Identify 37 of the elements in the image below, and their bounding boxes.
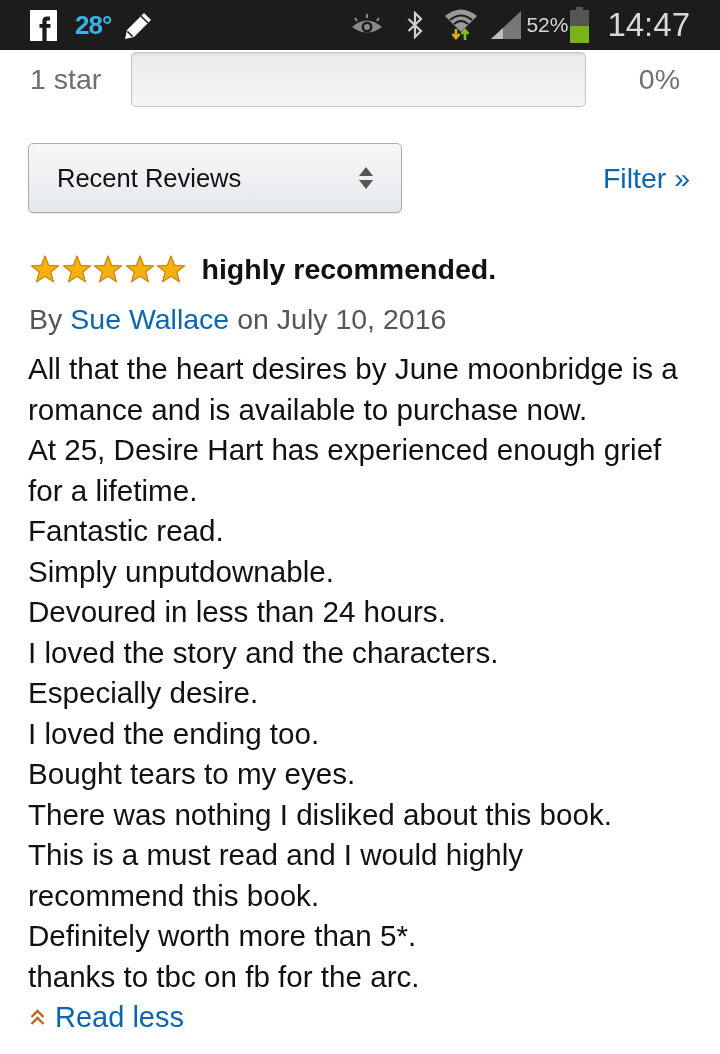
review-text: thanks to tbc on fb for the arc.	[28, 958, 421, 995]
battery-percent-text: 52%	[526, 13, 569, 37]
author-link[interactable]: Sue Wallace	[70, 299, 230, 339]
review-text: Simply unputdownable.	[28, 553, 335, 590]
rating-percent: 0%	[637, 62, 680, 96]
review-text: I loved the ending too.	[28, 715, 321, 752]
bluetooth-icon	[407, 11, 424, 39]
review-text: There was nothing I disliked about this book.	[28, 796, 613, 833]
review-text: Definitely worth more than 5*.	[28, 918, 418, 954]
star-icon	[61, 254, 92, 284]
review-text: At 25, Desire Hart has experienced enough grief for a lifetime.	[28, 432, 663, 509]
review-text: All that the heart desires by June moonbridge is a romance and is available to purchase now.	[28, 351, 679, 428]
rating-label: 1 star	[30, 62, 103, 96]
star-icon	[93, 254, 123, 284]
wifi-icon	[444, 7, 479, 43]
clock-time: 14:47	[607, 6, 690, 44]
review-text: I loved the story and the characters.	[28, 634, 500, 671]
star-icon	[30, 254, 60, 284]
read-less-link[interactable]: Read less	[28, 997, 184, 1037]
review-text: Especially desire.	[28, 675, 260, 711]
double-chevron-up-icon	[30, 1008, 45, 1026]
signal-icon	[490, 10, 523, 40]
review-text: This is a must read and I would highly recommend this book.	[28, 837, 525, 914]
star-icon	[156, 254, 186, 284]
filter-link[interactable]: Filter »	[602, 161, 690, 195]
byline-text: By	[29, 302, 63, 337]
up-down-arrows-icon	[359, 166, 373, 190]
review-text: Devoured in less than 24 hours.	[28, 594, 447, 630]
temperature-text: 28°	[75, 9, 112, 41]
f-logo-icon	[30, 9, 57, 41]
star-icon	[124, 254, 155, 284]
sort-dropdown[interactable]: Recent Reviews	[28, 143, 402, 213]
review-text: Bought tears to my eyes.	[28, 756, 357, 792]
review-title: highly recommended.	[201, 252, 497, 286]
review-date: on July 10, 2016	[237, 302, 447, 337]
review-text: Fantastic read.	[28, 513, 225, 549]
battery-icon	[570, 7, 590, 43]
